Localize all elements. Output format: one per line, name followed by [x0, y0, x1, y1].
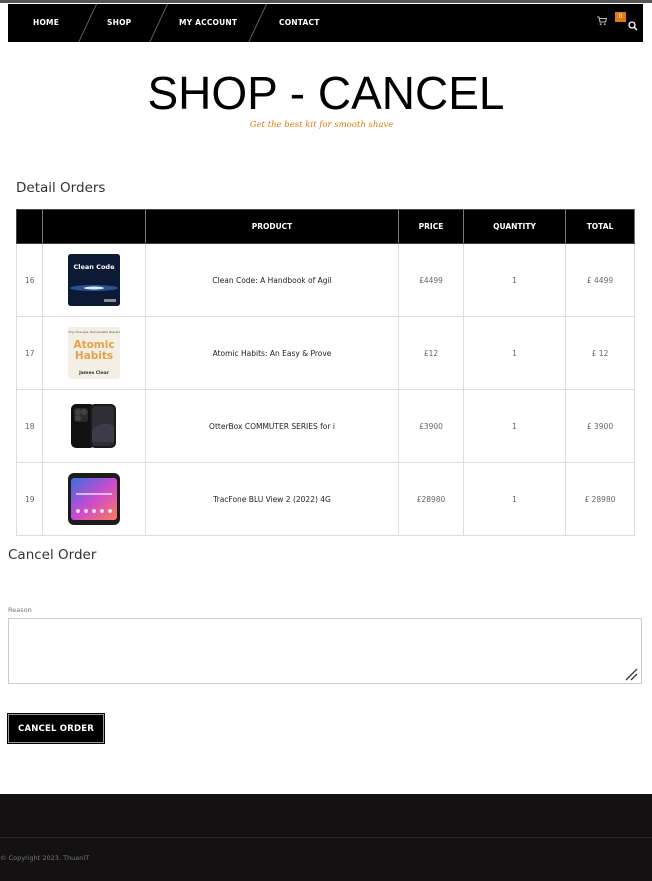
cancel-order-button[interactable]: CANCEL ORDER — [7, 713, 105, 744]
product-quantity: 1 — [463, 243, 566, 317]
product-thumb-cell: Tiny Changes, Remarkable Results Atomic … — [42, 316, 146, 390]
product-price: £3900 — [398, 389, 464, 463]
product-total: £ 12 — [565, 316, 635, 390]
product-name: Atomic Habits: An Easy & Prove — [145, 316, 399, 390]
order-id: 19 — [16, 462, 43, 536]
product-quantity: 1 — [463, 462, 566, 536]
orders-table: PRODUCT PRICE QUANTITY TOTAL 16 Clean Co… — [16, 209, 635, 536]
copyright-text: © Copyright 2023. ThuanIT — [0, 854, 90, 862]
nav-my-account[interactable]: MY ACCOUNT — [179, 4, 237, 42]
product-name: TracFone BLU View 2 (2022) 4G — [145, 462, 399, 536]
reason-textarea[interactable] — [8, 618, 642, 684]
col-total-header: TOTAL — [565, 209, 635, 244]
product-price: £28980 — [398, 462, 464, 536]
clean-code-book-image[interactable]: Clean Code — [68, 254, 120, 306]
table-row: 19 TracFone BLU View 2 (2022) 4G £28980 … — [16, 462, 635, 536]
product-thumb-cell — [42, 389, 146, 463]
product-total: £ 3900 — [565, 389, 635, 463]
col-quantity-header: QUANTITY — [463, 209, 566, 244]
order-id: 18 — [16, 389, 43, 463]
search-icon[interactable] — [628, 16, 638, 35]
product-total: £ 28980 — [565, 462, 635, 536]
main-navbar: HOME SHOP MY ACCOUNT CONTACT 0 — [8, 4, 643, 42]
col-price-header: PRICE — [398, 209, 464, 244]
cart-icon[interactable] — [597, 16, 608, 26]
clean-code-cover-title: Clean Code — [73, 263, 115, 271]
resize-handle-icon[interactable] — [624, 666, 638, 681]
reason-label: Reason — [8, 606, 32, 614]
product-name: OtterBox COMMUTER SERIES for i — [145, 389, 399, 463]
table-row: 18 OtterBox COMMUTER SERIES for i £3900 … — [16, 389, 635, 463]
nav-home[interactable]: HOME — [33, 4, 59, 42]
table-row: 16 Clean Code Clean Code: A Handbook of … — [16, 243, 635, 317]
order-id: 16 — [16, 243, 43, 317]
page-footer: © Copyright 2023. ThuanIT — [0, 794, 652, 881]
atomic-habits-book-image[interactable]: Tiny Changes, Remarkable Results Atomic … — [68, 327, 120, 379]
cart-count-badge: 0 — [615, 12, 626, 22]
nav-divider — [146, 4, 168, 42]
col-product-header: PRODUCT — [145, 209, 399, 244]
top-border — [0, 0, 652, 3]
table-header-row: PRODUCT PRICE QUANTITY TOTAL — [16, 209, 635, 244]
atomic-habits-tagline: Tiny Changes, Remarkable Results — [68, 330, 120, 334]
nav-shop[interactable]: SHOP — [107, 4, 131, 42]
nav-divider — [245, 4, 267, 42]
product-quantity: 1 — [463, 316, 566, 390]
page-title: SHOP - CANCEL — [147, 67, 505, 119]
col-image-header — [42, 209, 146, 244]
table-row: 17 Tiny Changes, Remarkable Results Atom… — [16, 316, 635, 390]
col-id-header — [16, 209, 43, 244]
product-price: £4499 — [398, 243, 464, 317]
product-thumb-cell — [42, 462, 146, 536]
product-price: £12 — [398, 316, 464, 390]
atomic-habits-title-2: Habits — [74, 350, 114, 362]
atomic-habits-author: James Clear — [79, 371, 109, 376]
product-thumb-cell: Clean Code — [42, 243, 146, 317]
blu-phone-image[interactable] — [68, 473, 120, 525]
cancel-order-heading: Cancel Order — [8, 547, 97, 563]
product-total: £ 4499 — [565, 243, 635, 317]
product-quantity: 1 — [463, 389, 566, 463]
detail-orders-heading: Detail Orders — [16, 180, 106, 196]
page-subtitle: Get the best kit for smooth shave — [249, 120, 394, 130]
nav-divider — [75, 4, 97, 42]
nav-contact[interactable]: CONTACT — [279, 4, 320, 42]
footer-divider — [0, 837, 652, 838]
order-id: 17 — [16, 316, 43, 390]
product-name: Clean Code: A Handbook of Agil — [145, 243, 399, 317]
iphone-case-image[interactable] — [68, 400, 120, 452]
